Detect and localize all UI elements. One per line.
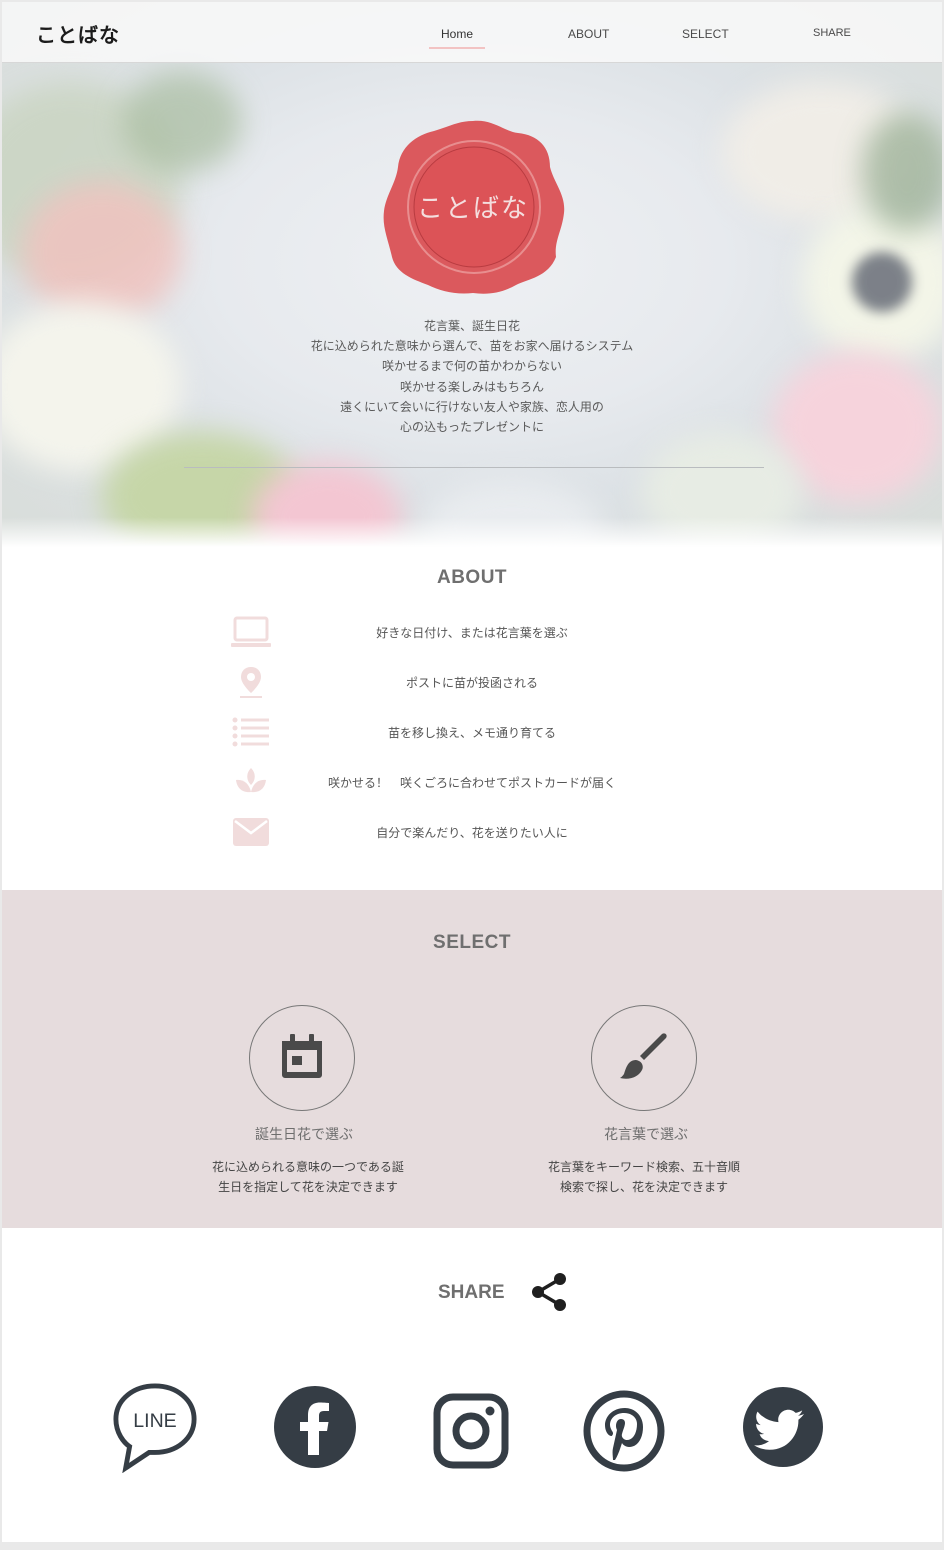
hero-section: ことばな 花言葉、誕生日花 花に込められた意味から選んで、苗をお家へ届けるシステ… (2, 2, 942, 547)
select-section: SELECT 誕生日花で選ぶ 花に込められる意味の一つである誕 生日を指定して花… (2, 890, 942, 1228)
pinterest-icon (583, 1390, 665, 1472)
about-step: ポストに苗が投函される (2, 664, 942, 704)
select-birthday-label[interactable]: 誕生日花で選ぶ (154, 1124, 454, 1144)
desc-line: 花言葉をキーワード検索、五十音順 (547, 1160, 740, 1174)
about-step: 自分で楽んだり、花を送りたい人に (2, 814, 942, 854)
intro-line: 心の込もったプレゼントに (399, 420, 544, 435)
about-title: ABOUT (436, 567, 508, 588)
instagram-share-button[interactable] (428, 1388, 514, 1474)
intro-text: 花言葉、誕生日花 花に込められた意味から選んで、苗をお家へ届けるシステム 咲かせ… (172, 316, 772, 437)
nav-select[interactable]: SELECT (682, 27, 729, 41)
laptop-icon (230, 614, 272, 650)
about-step: 咲かせる！ 咲くごろに合わせてポストカードが届く (2, 764, 942, 804)
desc-line: 花に込められる意味の一つである誕 (212, 1160, 404, 1174)
seal-title: ことばな (416, 194, 529, 224)
about-step-text: 自分で楽んだり、花を送りたい人に (376, 826, 568, 840)
about-step-text: ポストに苗が投函される (405, 676, 538, 690)
select-flower-language-desc: 花言葉をキーワード検索、五十音順 検索で探し、花を決定できます (494, 1157, 794, 1197)
facebook-icon (274, 1386, 356, 1468)
instagram-icon (433, 1393, 509, 1469)
nav-home[interactable]: Home (428, 27, 486, 49)
about-step: 苗を移し換え、メモ通り育てる (2, 714, 942, 754)
twitter-icon (743, 1387, 823, 1467)
share-icon[interactable] (530, 1272, 568, 1316)
intro-line: 咲かせる楽しみはもちろん (399, 379, 544, 394)
hero-divider (184, 467, 764, 468)
intro-line: 花に込められた意味から選んで、苗をお家へ届けるシステム (310, 339, 634, 354)
pinterest-share-button[interactable] (581, 1388, 667, 1474)
map-pin-icon (230, 664, 272, 700)
desc-line: 生日を指定して花を決定できます (218, 1180, 398, 1194)
line-share-button[interactable]: LINE (112, 1383, 198, 1473)
page: ことばな 花言葉、誕生日花 花に込められた意味から選んで、苗をお家へ届けるシステ… (2, 2, 942, 1542)
about-step-text: 好きな日付け、または花言葉を選ぶ (376, 626, 568, 640)
about-step-text: 咲かせる！ 咲くごろに合わせてポストカードが届く (327, 776, 616, 790)
select-birthday-button[interactable] (249, 1005, 355, 1111)
nav-share[interactable]: SHARE (813, 27, 851, 39)
twitter-share-button[interactable] (740, 1384, 826, 1470)
line-icon: LINE (113, 1383, 197, 1473)
intro-line: 花言葉、誕生日花 (423, 319, 520, 333)
select-title: SELECT (433, 932, 511, 953)
site-logo[interactable]: ことばな (36, 19, 120, 48)
select-flower-language-button[interactable] (591, 1005, 697, 1111)
intro-line: 咲かせるまで何の苗かわからない (381, 359, 562, 374)
list-icon (230, 714, 272, 750)
top-navigation: ことばな Home ABOUT SELECT SHARE (2, 2, 942, 63)
select-flower-language-label[interactable]: 花言葉で選ぶ (496, 1124, 796, 1144)
calendar-icon (280, 1033, 324, 1083)
mail-icon (230, 814, 272, 850)
intro-line: 遠くにいて会いに行けない友人や家族、恋人用の (340, 399, 604, 414)
select-birthday-desc: 花に込められる意味の一つである誕 生日を指定して花を決定できます (158, 1157, 458, 1197)
lotus-icon (230, 764, 272, 800)
facebook-share-button[interactable] (272, 1384, 358, 1470)
about-step-text: 苗を移し換え、メモ通り育てる (387, 726, 556, 740)
share-title: SHARE (438, 1282, 505, 1303)
nav-about[interactable]: ABOUT (568, 27, 609, 41)
about-step: 好きな日付け、または花言葉を選ぶ (2, 614, 942, 654)
desc-line: 検索で探し、花を決定できます (559, 1180, 728, 1194)
brush-icon (618, 1030, 670, 1086)
line-label: LINE (133, 1410, 176, 1432)
